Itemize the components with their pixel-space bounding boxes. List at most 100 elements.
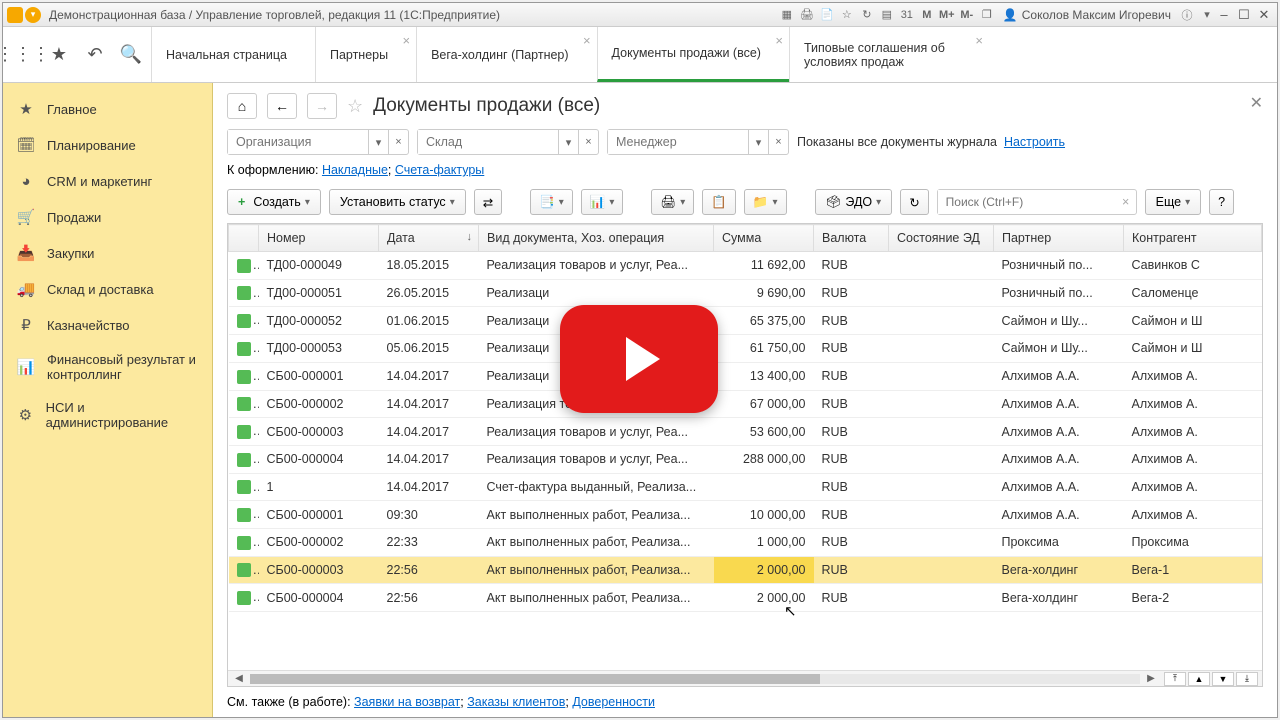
favorites-icon[interactable]: ★ [47, 43, 71, 67]
print-button[interactable]: 🖨▾ [651, 189, 694, 215]
column-header[interactable]: Контрагент [1124, 225, 1262, 252]
table-row[interactable]: СБ00-00000414.04.2017Реализация товаров … [229, 445, 1262, 473]
back-button[interactable]: ← [267, 93, 297, 119]
horizontal-scrollbar[interactable]: ◀ ▶ ⤒ ▲ ▼ ⤓ [228, 670, 1262, 686]
table-row[interactable]: СБ00-00000322:56Акт выполненных работ, Р… [229, 556, 1262, 584]
home-button[interactable]: ⌂ [227, 93, 257, 119]
returns-link[interactable]: Заявки на возврат [354, 695, 460, 709]
invoices-link[interactable]: Накладные [322, 163, 388, 177]
table-row[interactable]: СБ00-00000222:33Акт выполненных работ, Р… [229, 529, 1262, 557]
tab-close-icon[interactable]: × [403, 33, 411, 48]
play-overlay-button[interactable] [560, 305, 718, 413]
column-header[interactable]: Валюта [814, 225, 889, 252]
tab-close-icon[interactable]: × [975, 33, 983, 48]
tab-close-icon[interactable]: × [583, 33, 591, 48]
swap-button[interactable]: ⇄ [474, 189, 502, 215]
forward-button[interactable]: → [307, 93, 337, 119]
window-icon[interactable]: ❐ [979, 7, 995, 23]
app-menu-icon[interactable]: ▾ [25, 7, 41, 23]
table-row[interactable]: ТД00-00005201.06.2015Реализаци65 375,00R… [229, 307, 1262, 335]
minimize-button[interactable]: – [1215, 7, 1233, 23]
warehouse-filter[interactable] [418, 130, 558, 154]
tab[interactable]: Начальная страница [151, 27, 315, 82]
table-row[interactable]: ТД00-00005126.05.2015Реализаци9 690,00RU… [229, 279, 1262, 307]
column-header[interactable]: Дата↓ [379, 225, 479, 252]
table-row[interactable]: СБ00-00000314.04.2017Реализация товаров … [229, 418, 1262, 446]
scroll-right[interactable]: ▶ [1144, 673, 1158, 684]
list-button[interactable]: 📋 [702, 189, 736, 215]
sidebar-item[interactable]: 🗓Планирование [3, 127, 212, 163]
warehouse-clear[interactable]: × [578, 130, 598, 154]
sidebar-item[interactable]: ₽Казначейство [3, 307, 212, 343]
tab[interactable]: Партнеры× [315, 27, 416, 82]
sidebar-item[interactable]: 🚚Склад и доставка [3, 271, 212, 307]
table-row[interactable]: СБ00-00000214.04.2017Реализация товаров … [229, 390, 1262, 418]
table-row[interactable]: 114.04.2017Счет-фактура выданный, Реализ… [229, 473, 1262, 501]
close-button[interactable]: ✕ [1255, 7, 1273, 23]
column-header[interactable]: Номер [259, 225, 379, 252]
tab[interactable]: Вега-холдинг (Партнер)× [416, 27, 596, 82]
refresh-button[interactable]: ↻ [900, 189, 928, 215]
m-button[interactable]: M [919, 7, 935, 23]
info-icon[interactable]: ⓘ [1179, 7, 1195, 23]
nav-top[interactable]: ⤒ [1164, 672, 1186, 686]
chart-button[interactable]: 📊▾ [581, 189, 624, 215]
nav-up[interactable]: ▲ [1188, 672, 1210, 686]
favorite-star-icon[interactable]: ☆ [347, 96, 363, 117]
maximize-button[interactable]: ☐ [1235, 7, 1253, 23]
orders-link[interactable]: Заказы клиентов [467, 695, 565, 709]
tab-close-icon[interactable]: × [775, 33, 783, 48]
table-row[interactable]: ТД00-00004918.05.2015Реализация товаров … [229, 252, 1262, 280]
apps-icon[interactable]: ⋮⋮⋮ [11, 43, 35, 67]
user-label[interactable]: 👤 Соколов Максим Игоревич [1003, 8, 1171, 22]
edo-button[interactable]: 🗳 ЭДО▾ [815, 189, 893, 215]
toolbar-icon[interactable]: ▦ [779, 7, 795, 23]
tab[interactable]: Документы продажи (все)× [597, 27, 789, 82]
calc-icon[interactable]: ▤ [879, 7, 895, 23]
configure-link[interactable]: Настроить [1004, 135, 1065, 149]
print-icon[interactable]: 🖨 [799, 7, 815, 23]
org-dropdown[interactable]: ▾ [368, 130, 388, 154]
column-header[interactable] [229, 225, 259, 252]
nav-bottom[interactable]: ⤓ [1236, 672, 1258, 686]
dropdown-icon[interactable]: ▾ [1199, 7, 1215, 23]
org-filter[interactable] [228, 130, 368, 154]
table-row[interactable]: ТД00-00005305.06.2015Реализаци61 750,00R… [229, 335, 1262, 363]
sidebar-item[interactable]: ◕CRM и маркетинг [3, 163, 212, 199]
search-icon[interactable]: 🔍 [119, 43, 143, 67]
set-status-button[interactable]: Установить статус▾ [329, 189, 466, 215]
sidebar-item[interactable]: 📥Закупки [3, 235, 212, 271]
m-plus-button[interactable]: M+ [939, 7, 955, 23]
nav-down[interactable]: ▼ [1212, 672, 1234, 686]
manager-clear[interactable]: × [768, 130, 788, 154]
refresh-icon[interactable]: ↻ [859, 7, 875, 23]
search-input[interactable] [938, 190, 1116, 214]
column-header[interactable]: Вид документа, Хоз. операция [479, 225, 714, 252]
scroll-left[interactable]: ◀ [232, 673, 246, 684]
powers-link[interactable]: Доверенности [572, 695, 655, 709]
star-icon[interactable]: ☆ [839, 7, 855, 23]
more-button[interactable]: Еще▾ [1145, 189, 1201, 215]
column-header[interactable]: Состояние ЭД [889, 225, 994, 252]
sidebar-item[interactable]: 📊Финансовый результат и контроллинг [3, 343, 212, 391]
table-row[interactable]: СБ00-00000422:56Акт выполненных работ, Р… [229, 584, 1262, 612]
tab[interactable]: Типовые соглашения об условиях продаж× [789, 27, 989, 82]
create-button[interactable]: Создать▾ [227, 189, 321, 215]
history-icon[interactable]: ↶ [83, 43, 107, 67]
help-button[interactable]: ? [1209, 189, 1234, 215]
page-close-button[interactable]: ✕ [1250, 93, 1263, 113]
sidebar-item[interactable]: ★Главное [3, 91, 212, 127]
folder-button[interactable]: 📁▾ [744, 189, 787, 215]
manager-dropdown[interactable]: ▾ [748, 130, 768, 154]
warehouse-dropdown[interactable]: ▾ [558, 130, 578, 154]
manager-filter[interactable] [608, 130, 748, 154]
report-button[interactable]: 📑▾ [530, 189, 573, 215]
sidebar-item[interactable]: ⚙НСИ и администрирование [3, 391, 212, 439]
calendar-icon[interactable]: 31 [899, 7, 915, 23]
table-row[interactable]: СБ00-00000114.04.2017Реализаци13 400,00R… [229, 362, 1262, 390]
column-header[interactable]: Партнер [994, 225, 1124, 252]
org-clear[interactable]: × [388, 130, 408, 154]
doc-icon[interactable]: 📄 [819, 7, 835, 23]
search-clear[interactable]: × [1116, 190, 1136, 214]
sidebar-item[interactable]: 🛒Продажи [3, 199, 212, 235]
